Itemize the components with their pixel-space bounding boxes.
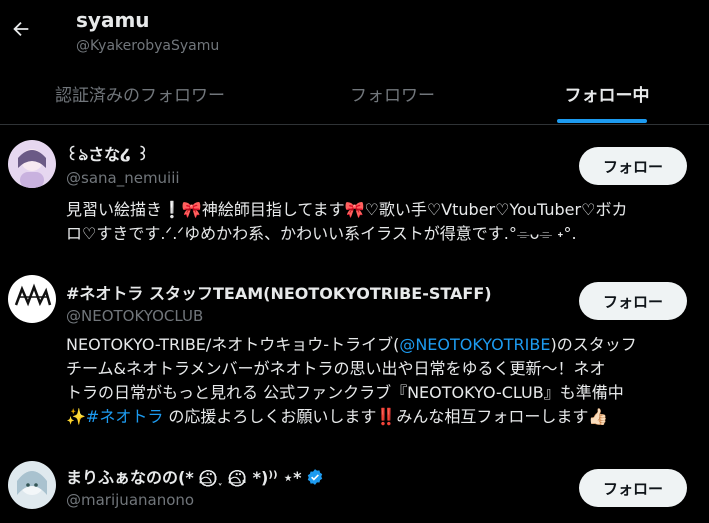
user-handle: @marijuananono: [66, 491, 195, 509]
bio-line: NEOTOKYO-TRIBE/ネオトウキョウ-トライブ(@NEOTOKYOTRI…: [66, 333, 696, 357]
tab-bar: 認証済みのフォロワー フォロワー フォロー中: [0, 62, 709, 125]
hashtag-link[interactable]: #ネオトラ: [86, 407, 163, 426]
bio-text: の応援よろしくお願いします‼️みんな相互フォローします👍🏻: [163, 407, 609, 426]
bio-line: 見習い絵描き❕🎀神絵師目指してます🎀♡歌い手♡Vtuber♡YouTuber♡ボ…: [66, 200, 628, 219]
back-arrow-icon[interactable]: [10, 18, 32, 40]
user-handle: @sana_nemuiii: [66, 169, 180, 187]
tab-verified-followers[interactable]: 認証済みのフォロワー: [0, 62, 280, 124]
bio-line: ロ♡すきです.ᐟ.ᐟゆめかわ系、かわいい系イラストが得意です.°⌯ᴗ⌯ ˖°.: [66, 224, 577, 243]
bio-text: )のスタッフ: [550, 335, 637, 354]
user-row[interactable]: ꒰ঌさな໒ ꒱ @sana_nemuiii フォロー 見習い絵描き❕🎀神絵師目指…: [0, 125, 709, 265]
tab-following[interactable]: フォロー中: [505, 62, 709, 124]
active-tab-indicator: [557, 119, 647, 123]
follow-button[interactable]: フォロー: [579, 469, 687, 507]
mention-link[interactable]: @NEOTOKYOTRIBE: [399, 335, 550, 354]
tab-followers[interactable]: フォロワー: [280, 62, 505, 124]
page-title: syamu: [76, 8, 150, 32]
display-name-text: まりふぁなのの(* ⌓̈⃝⃝⃝⃝⃝⃝ ˯ ⌓̈⃝⃝⃝⃝⃝⃝. *)⁾⁾ ⋆*: [66, 468, 302, 487]
user-bio: NEOTOKYO-TRIBE/ネオトウキョウ-トライブ(@NEOTOKYOTRI…: [66, 333, 696, 429]
user-display-name: ꒰ঌさな໒ ꒱: [66, 145, 150, 164]
follow-button[interactable]: フォロー: [579, 282, 687, 320]
user-display-name: まりふぁなのの(* ⌓̈⃝⃝⃝⃝⃝⃝ ˯ ⌓̈⃝⃝⃝⃝⃝⃝. *)⁾⁾ ⋆*: [66, 464, 324, 488]
avatar[interactable]: [8, 461, 56, 509]
user-bio: 見習い絵描き❕🎀神絵師目指してます🎀♡歌い手♡Vtuber♡YouTuber♡ボ…: [66, 198, 696, 246]
user-handle: @NEOTOKYOCLUB: [66, 307, 204, 325]
profile-handle: @KyakerobyaSyamu: [76, 38, 220, 54]
bio-text: ✨: [66, 407, 86, 426]
user-row[interactable]: まりふぁなのの(* ⌓̈⃝⃝⃝⃝⃝⃝ ˯ ⌓̈⃝⃝⃝⃝⃝⃝. *)⁾⁾ ⋆* @…: [0, 455, 709, 523]
bio-line: チーム&ネオトラメンバーがネオトラの思い出や日常をゆるく更新〜！ネオ: [66, 359, 606, 378]
verified-badge-icon: [307, 469, 322, 485]
profile-header: syamu @KyakerobyaSyamu: [0, 0, 709, 62]
follow-button[interactable]: フォロー: [579, 147, 687, 185]
user-display-name: #ネオトラ スタッフTEAM(NEOTOKYOTRIBE-STAFF): [66, 284, 492, 303]
user-row[interactable]: #ネオトラ スタッフTEAM(NEOTOKYOTRIBE-STAFF) @NEO…: [0, 265, 709, 455]
bio-line: ✨#ネオトラ の応援よろしくお願いします‼️みんな相互フォローします👍🏻: [66, 405, 696, 429]
bio-text: NEOTOKYO-TRIBE/ネオトウキョウ-トライブ(: [66, 335, 400, 354]
bio-line: トラの日常がもっと見れる 公式ファンクラブ『NEOTOKYO-CLUB』も準備中: [66, 383, 624, 402]
avatar[interactable]: [8, 140, 56, 188]
avatar[interactable]: [8, 275, 56, 323]
